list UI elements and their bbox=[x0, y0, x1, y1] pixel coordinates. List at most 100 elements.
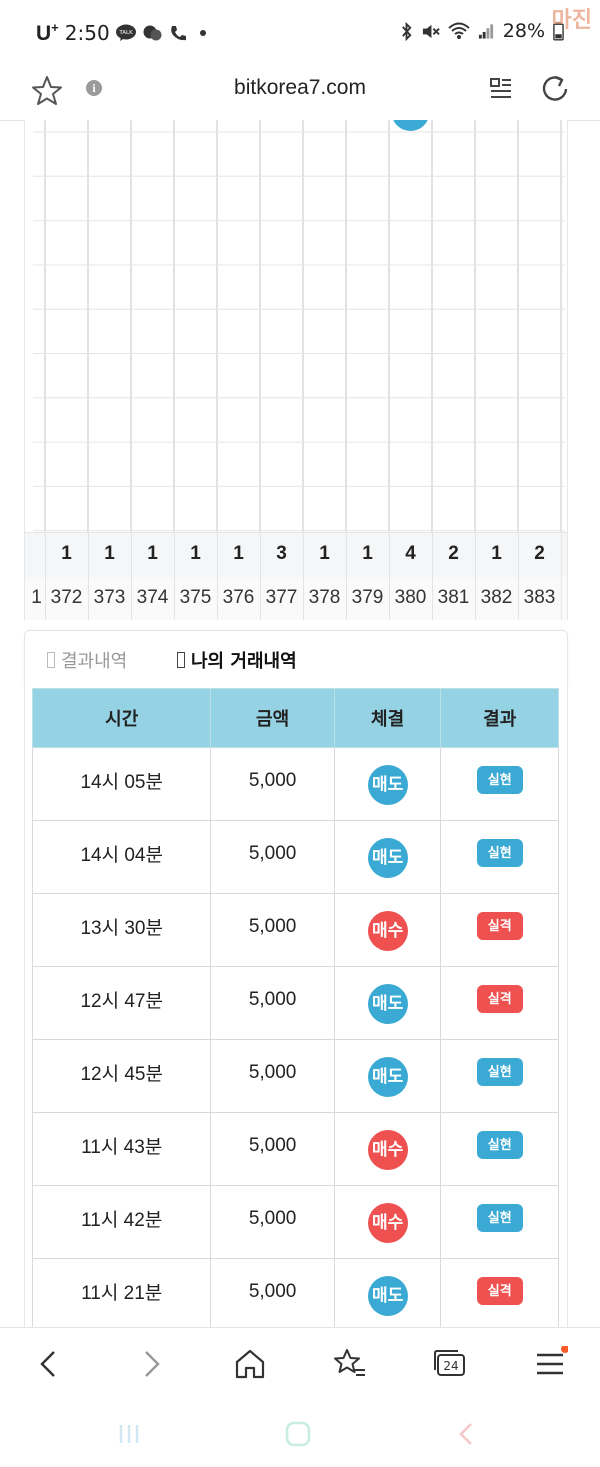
cell-result: 실격 bbox=[440, 966, 559, 1040]
round-number: 382 bbox=[480, 587, 513, 608]
cell-time: 11시 43분 bbox=[31, 1112, 212, 1186]
column-divider bbox=[432, 533, 433, 577]
status-left: U+ 2:50 TALK bbox=[36, 20, 206, 46]
home-system-icon[interactable] bbox=[283, 1419, 313, 1449]
carrier-label: U+ bbox=[36, 20, 59, 45]
column-divider bbox=[303, 577, 304, 620]
column-divider bbox=[389, 533, 390, 577]
cell-side: 매도 bbox=[333, 1039, 442, 1113]
cell-side: 매도 bbox=[333, 747, 442, 821]
reload-icon[interactable] bbox=[540, 74, 570, 104]
tab-my-trades[interactable]: 나의 거래내역 bbox=[177, 647, 297, 673]
cell-side: 매도 bbox=[333, 1258, 442, 1332]
header-amount: 금액 bbox=[210, 688, 335, 748]
signal-icon bbox=[478, 24, 493, 39]
column-divider bbox=[260, 577, 261, 620]
svg-text:24: 24 bbox=[443, 1359, 458, 1373]
column-divider bbox=[217, 533, 218, 577]
header-time: 시간 bbox=[31, 688, 212, 748]
side-badge: 매도 bbox=[367, 838, 408, 878]
cell-side: 매수 bbox=[333, 1112, 442, 1186]
mute-icon bbox=[422, 24, 440, 38]
pattern-chart-panel: 1 1 1 1 1 3 1 1 4 2 1 2 1 372 373 374 375 376 377 378 379 38… bbox=[24, 120, 568, 620]
column-count: 2 bbox=[534, 543, 545, 564]
cell-time: 13시 30분 bbox=[31, 893, 212, 967]
cell-amount: 5,000 bbox=[210, 1112, 335, 1186]
column-divider bbox=[561, 533, 562, 577]
bluetooth-icon bbox=[401, 21, 412, 41]
cell-result: 실격 bbox=[440, 893, 559, 967]
menu-icon[interactable] bbox=[532, 1346, 568, 1382]
cell-result: 실현 bbox=[440, 1039, 559, 1113]
column-divider bbox=[432, 577, 433, 620]
column-divider bbox=[131, 533, 132, 577]
round-number: 374 bbox=[136, 587, 169, 608]
round-row: 1 372 373 374 375 376 377 378 379 380 381 382 383 bbox=[25, 577, 567, 620]
column-divider bbox=[174, 577, 175, 620]
tab-my-trades-label: 나의 거래내역 bbox=[191, 651, 297, 672]
round-number: 383 bbox=[523, 587, 556, 608]
kakaotalk-icon: TALK bbox=[115, 24, 136, 41]
column-count: 1 bbox=[491, 543, 502, 564]
side-badge: 매수 bbox=[367, 1203, 408, 1243]
wifi-icon bbox=[448, 22, 470, 39]
cell-side: 매수 bbox=[333, 1185, 442, 1259]
cell-time: 12시 45분 bbox=[31, 1039, 212, 1113]
round-number: 380 bbox=[394, 587, 427, 608]
result-badge: 실격 bbox=[476, 985, 523, 1013]
cell-side: 매도 bbox=[333, 966, 442, 1040]
table-row: 13시 30분 5,000 매수 실격 bbox=[31, 893, 559, 967]
history-tabs: 결과내역 나의 거래내역 bbox=[24, 630, 568, 689]
cell-amount: 5,000 bbox=[210, 1185, 335, 1259]
column-divider bbox=[88, 577, 89, 620]
round-number: 377 bbox=[265, 587, 298, 608]
column-divider bbox=[88, 533, 89, 577]
round-number: 373 bbox=[93, 587, 126, 608]
cell-time: 14시 04분 bbox=[31, 820, 212, 894]
result-badge: 실현 bbox=[476, 1131, 523, 1159]
round-number: 378 bbox=[308, 587, 341, 608]
header-side: 체결 bbox=[333, 688, 442, 748]
side-badge: 매도 bbox=[367, 765, 408, 805]
tab-marker-icon bbox=[177, 652, 185, 668]
result-badge: 실격 bbox=[476, 1277, 523, 1305]
column-count: 1 bbox=[319, 543, 330, 564]
cell-amount: 5,000 bbox=[210, 966, 335, 1040]
table-row: 14시 04분 5,000 매도 실현 bbox=[31, 820, 559, 894]
cell-amount: 5,000 bbox=[210, 1039, 335, 1113]
pattern-grid-svg bbox=[33, 120, 565, 532]
cell-side: 매도 bbox=[333, 820, 442, 894]
column-divider bbox=[346, 533, 347, 577]
cell-amount: 5,000 bbox=[210, 820, 335, 894]
cell-result: 실현 bbox=[440, 1185, 559, 1259]
cell-result: 실현 bbox=[440, 820, 559, 894]
cell-result: 실격 bbox=[440, 1258, 559, 1332]
column-count: 1 bbox=[104, 543, 115, 564]
reader-mode-icon[interactable] bbox=[488, 76, 514, 102]
result-badge: 실현 bbox=[476, 1204, 523, 1232]
tab-results[interactable]: 결과내역 bbox=[47, 647, 127, 673]
trade-history-panel: 시간 금액 체결 결과 14시 05분 5,000 매도 실현 14시 04분 5,000… bbox=[24, 688, 568, 1338]
column-count: 1 bbox=[362, 543, 373, 564]
column-divider bbox=[475, 533, 476, 577]
table-row: 12시 45분 5,000 매도 실현 bbox=[31, 1039, 559, 1113]
clock: 2:50 bbox=[64, 21, 110, 45]
back-system-icon[interactable] bbox=[452, 1419, 482, 1449]
table-header-row: 시간 금액 체결 결과 bbox=[31, 688, 559, 748]
column-divider bbox=[303, 533, 304, 577]
tabs-icon[interactable]: 24 bbox=[432, 1346, 468, 1382]
count-row: 1 1 1 1 1 3 1 1 4 2 1 2 bbox=[25, 532, 567, 578]
phone-icon bbox=[170, 26, 186, 41]
column-count: 1 bbox=[190, 543, 201, 564]
recent-apps-icon[interactable] bbox=[114, 1419, 144, 1449]
table-row: 11시 21분 5,000 매도 실격 bbox=[31, 1258, 559, 1332]
bookmarks-icon[interactable] bbox=[332, 1346, 368, 1382]
pattern-marker bbox=[393, 120, 428, 131]
back-icon[interactable] bbox=[32, 1346, 68, 1382]
side-badge: 매수 bbox=[367, 1130, 408, 1170]
result-badge: 실현 bbox=[476, 766, 523, 794]
system-navigation-bar bbox=[0, 1399, 600, 1467]
cell-time: 11시 42분 bbox=[31, 1185, 212, 1259]
forward-icon[interactable] bbox=[134, 1346, 170, 1382]
home-icon[interactable] bbox=[232, 1346, 268, 1382]
